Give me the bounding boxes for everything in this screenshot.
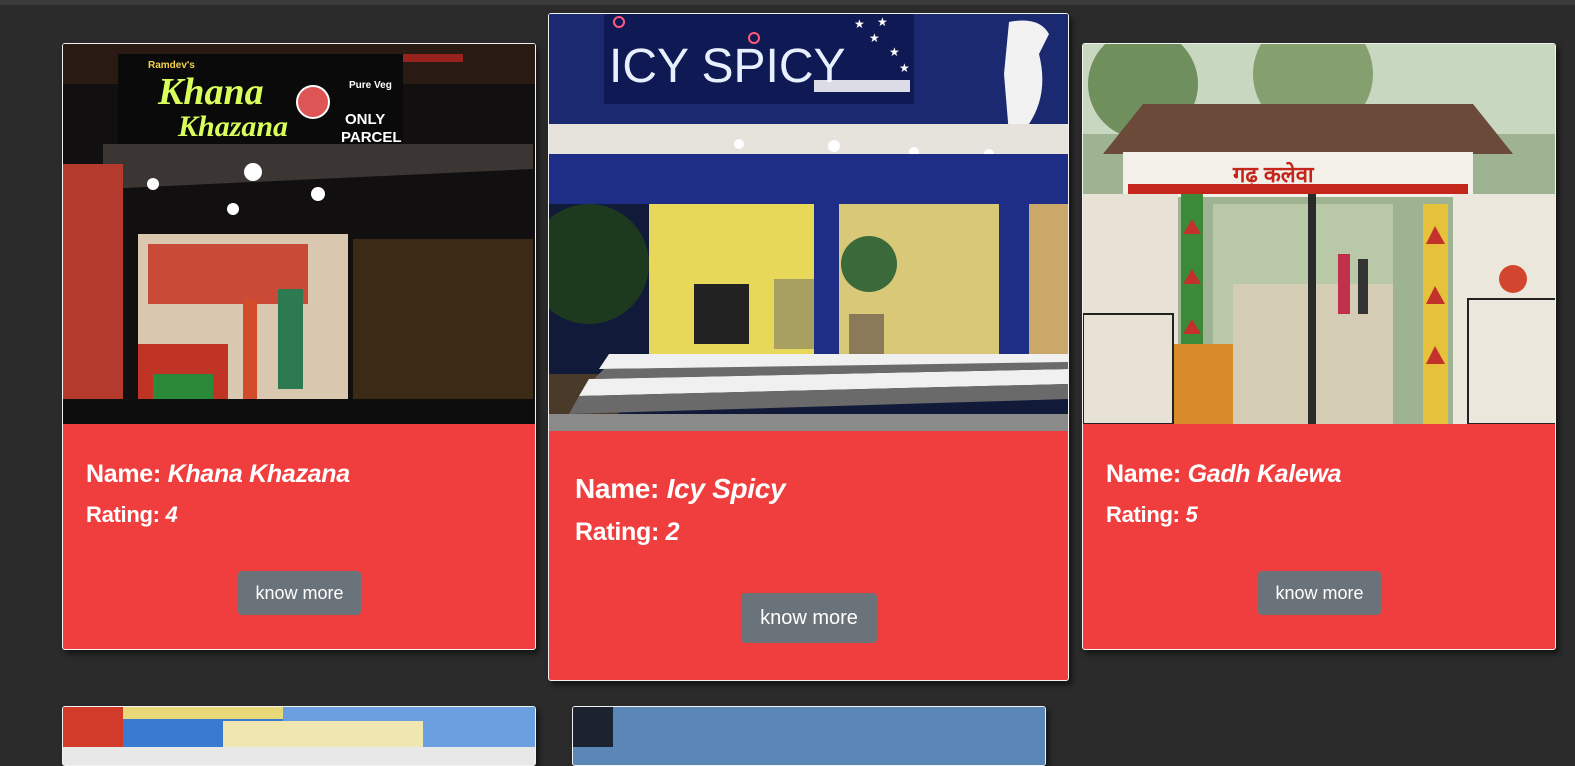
storefront-photo: गढ़ कलेवा xyxy=(1083,44,1555,424)
card-body: Name: Gadh Kalewa Rating: 5 know more xyxy=(1083,424,1555,649)
svg-text:गढ़ कलेवा: गढ़ कलेवा xyxy=(1232,161,1315,187)
svg-text:★: ★ xyxy=(854,17,865,31)
restaurant-card-partial xyxy=(572,706,1046,766)
rating-value: 2 xyxy=(665,518,680,546)
rating-label: Rating: xyxy=(86,502,160,527)
rating-label: Rating: xyxy=(1106,502,1180,527)
restaurant-name: Name: Gadh Kalewa xyxy=(1106,460,1342,489)
svg-text:Khana: Khana xyxy=(157,71,264,113)
restaurant-card-partial xyxy=(62,706,536,766)
name-value: Icy Spicy xyxy=(666,473,786,504)
rating-label: Rating: xyxy=(575,518,659,546)
storefront-photo: ICY SPICY ★ ★ ★ ★ ★ xyxy=(549,14,1068,431)
restaurant-photo: ICY SPICY ★ ★ ★ ★ ★ xyxy=(549,14,1068,431)
svg-text:Khazana: Khazana xyxy=(177,110,288,143)
restaurant-card-icy-spicy: ICY SPICY ★ ★ ★ ★ ★ Name: Icy Spicy Rati… xyxy=(548,13,1069,681)
svg-text:PARCEL: PARCEL xyxy=(341,129,402,146)
name-value: Gadh Kalewa xyxy=(1187,460,1342,488)
svg-text:★: ★ xyxy=(869,31,880,45)
know-more-button[interactable]: know more xyxy=(238,571,361,615)
svg-text:Ramdev's: Ramdev's xyxy=(148,60,195,71)
restaurant-name: Name: Icy Spicy xyxy=(575,473,786,505)
card-body: Name: Icy Spicy Rating: 2 know more xyxy=(549,431,1068,680)
card-body: Name: Khana Khazana Rating: 4 know more xyxy=(63,424,535,649)
name-label: Name: xyxy=(575,473,660,504)
restaurant-card-gadh-kalewa: गढ़ कलेवा Name: Gadh Kalewa Rating: 5 kn… xyxy=(1082,43,1556,650)
restaurant-name: Name: Khana Khazana xyxy=(86,460,350,489)
storefront-photo xyxy=(63,707,535,747)
svg-text:★: ★ xyxy=(889,45,900,59)
svg-text:ICY SPICY: ICY SPICY xyxy=(609,40,846,93)
name-value: Khana Khazana xyxy=(167,460,351,488)
restaurant-rating: Rating: 2 xyxy=(575,518,680,547)
rating-value: 5 xyxy=(1185,502,1198,527)
know-more-button[interactable]: know more xyxy=(741,593,877,643)
restaurant-rating: Rating: 4 xyxy=(86,502,178,528)
restaurant-photo: Ramdev's Khana Khazana Pure Veg ONLY PAR… xyxy=(63,44,535,424)
name-label: Name: xyxy=(86,460,161,488)
svg-text:ONLY: ONLY xyxy=(345,111,385,128)
restaurant-card-khana-khazana: Ramdev's Khana Khazana Pure Veg ONLY PAR… xyxy=(62,43,536,650)
svg-text:★: ★ xyxy=(877,15,888,29)
restaurant-photo: गढ़ कलेवा xyxy=(1083,44,1555,424)
storefront-photo xyxy=(573,707,1045,747)
name-label: Name: xyxy=(1106,460,1181,488)
rating-value: 4 xyxy=(165,502,178,527)
top-bar-line xyxy=(0,0,1575,5)
storefront-photo: Ramdev's Khana Khazana Pure Veg ONLY PAR… xyxy=(63,44,535,424)
know-more-button[interactable]: know more xyxy=(1258,571,1381,615)
svg-text:Pure Veg: Pure Veg xyxy=(349,80,392,91)
restaurant-rating: Rating: 5 xyxy=(1106,502,1198,528)
svg-text:★: ★ xyxy=(899,61,910,75)
